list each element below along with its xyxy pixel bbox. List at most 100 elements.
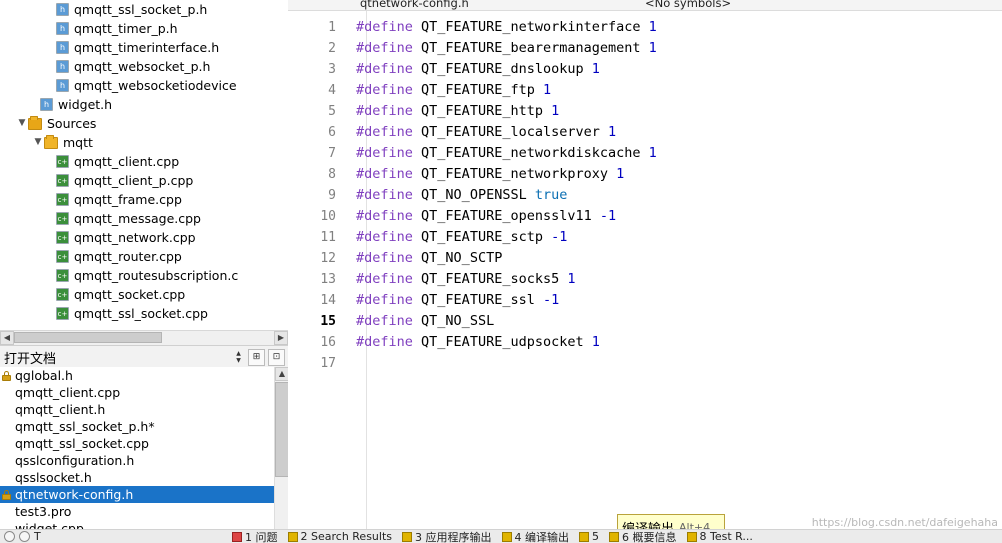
macro-name: QT_FEATURE_http bbox=[421, 103, 543, 119]
status-item-icon bbox=[686, 531, 697, 542]
code-line[interactable]: #define QT_NO_SSL bbox=[356, 311, 1002, 332]
code-line[interactable]: #define QT_FEATURE_localserver 1 bbox=[356, 122, 1002, 143]
macro-name: QT_FEATURE_localserver bbox=[421, 124, 600, 140]
tree-item[interactable]: c+ qmqtt_ssl_socket.cpp bbox=[0, 304, 288, 323]
tree-item-label: qmqtt_ssl_socket_p.h bbox=[74, 2, 208, 17]
macro-name: QT_FEATURE_networkinterface bbox=[421, 19, 641, 35]
tree-item[interactable]: h qmqtt_websocket_p.h bbox=[0, 57, 288, 76]
tree-item[interactable]: c+ qmqtt_frame.cpp bbox=[0, 190, 288, 209]
tree-item-label: qmqtt_timerinterface.h bbox=[74, 40, 220, 55]
header-file-icon: h bbox=[56, 3, 69, 16]
code-line[interactable]: #define QT_FEATURE_networkproxy 1 bbox=[356, 164, 1002, 185]
line-number: 15 bbox=[320, 314, 336, 329]
open-document-item[interactable]: qsslsocket.h bbox=[0, 469, 274, 486]
project-tree-hscrollbar[interactable]: ◀ ▶ bbox=[0, 330, 288, 345]
code-line[interactable]: #define QT_FEATURE_networkdiskcache 1 bbox=[356, 143, 1002, 164]
status-item-label: 5 bbox=[592, 530, 600, 543]
preprocessor-keyword: #define bbox=[356, 271, 413, 287]
open-document-label: qmqtt_client.cpp bbox=[15, 385, 121, 400]
preprocessor-keyword: #define bbox=[356, 250, 413, 266]
status-bar-item[interactable]: 2 Search Results bbox=[287, 530, 392, 543]
status-bar-item[interactable]: 6 概要信息 bbox=[609, 530, 677, 543]
code-line[interactable]: #define QT_FEATURE_ftp 1 bbox=[356, 80, 1002, 101]
code-line[interactable]: #define QT_FEATURE_socks5 1 bbox=[356, 269, 1002, 290]
cpp-file-icon: c+ bbox=[56, 307, 69, 320]
code-editor[interactable]: qtnetwork-config.h <No symbols> 123456789… bbox=[288, 0, 1002, 543]
open-document-item[interactable]: qmqtt_client.cpp bbox=[0, 384, 274, 401]
code-line[interactable]: #define QT_NO_SCTP bbox=[356, 248, 1002, 269]
run-icon[interactable] bbox=[4, 531, 15, 542]
tree-item[interactable]: c+ qmqtt_routesubscription.c bbox=[0, 266, 288, 285]
code-line[interactable]: #define QT_FEATURE_sctp -1 bbox=[356, 227, 1002, 248]
line-number: 10 bbox=[320, 209, 336, 224]
tree-item[interactable]: c+ qmqtt_client_p.cpp bbox=[0, 171, 288, 190]
hscroll-left-arrow[interactable]: ◀ bbox=[0, 331, 14, 345]
editor-tab[interactable]: qtnetwork-config.h bbox=[360, 0, 469, 10]
line-number: 14 bbox=[320, 293, 336, 308]
code-line[interactable]: #define QT_FEATURE_http 1 bbox=[356, 101, 1002, 122]
macro-name: QT_FEATURE_udpsocket bbox=[421, 334, 584, 350]
tree-expand-icon[interactable]: ▼ bbox=[32, 133, 44, 152]
open-document-label: qmqtt_ssl_socket.cpp bbox=[15, 436, 149, 451]
code-line[interactable]: #define QT_NO_OPENSSL true bbox=[356, 185, 1002, 206]
tree-item[interactable]: c+ qmqtt_network.cpp bbox=[0, 228, 288, 247]
tree-item-label: qmqtt_router.cpp bbox=[74, 249, 182, 264]
split-view-button[interactable]: ⊞ bbox=[248, 348, 265, 366]
open-document-item[interactable]: qglobal.h bbox=[0, 367, 274, 384]
close-panel-button[interactable]: ⊡ bbox=[268, 348, 285, 366]
spinner-down-icon[interactable]: ▼ bbox=[233, 357, 244, 364]
code-line[interactable]: #define QT_FEATURE_dnslookup 1 bbox=[356, 59, 1002, 80]
spinner-up-icon[interactable]: ▲ bbox=[233, 350, 244, 357]
status-bar[interactable]: T 1 问题 2 Search Results 3 应用程序输出 4 编译输出 5 6 概… bbox=[0, 529, 1002, 543]
project-tree[interactable]: h qmqtt_ssl_socket_p.h h qmqtt_timer_p.h h qm… bbox=[0, 0, 288, 330]
open-documents-list[interactable]: qglobal.h qmqtt_client.cpp qmqtt_client.h q… bbox=[0, 367, 274, 543]
status-bar-item[interactable]: 4 编译输出 bbox=[501, 530, 569, 543]
tree-item[interactable]: h qmqtt_timer_p.h bbox=[0, 19, 288, 38]
tree-item[interactable]: c+ qmqtt_message.cpp bbox=[0, 209, 288, 228]
status-bar-left[interactable]: T bbox=[0, 530, 232, 543]
vscroll-thumb[interactable] bbox=[275, 382, 289, 477]
hscroll-track[interactable] bbox=[14, 331, 274, 345]
editor-code-area[interactable]: 1 2 3 4 5 6 7 8 9 10 11 12 13 14 15 16 17 #define QT_FEA… bbox=[288, 11, 1002, 543]
status-bar-item[interactable]: 8 Test R... bbox=[686, 530, 753, 543]
open-document-item[interactable]: qsslconfiguration.h bbox=[0, 452, 274, 469]
open-documents-vscrollbar[interactable]: ▲ bbox=[274, 367, 289, 543]
open-document-item[interactable]: qmqtt_ssl_socket.cpp bbox=[0, 435, 274, 452]
preprocessor-keyword: #define bbox=[356, 103, 413, 119]
watermark: https://blog.csdn.net/dafeigehaha bbox=[811, 516, 998, 529]
open-document-item[interactable]: qmqtt_ssl_socket_p.h* bbox=[0, 418, 274, 435]
hscroll-thumb[interactable] bbox=[14, 332, 162, 343]
tree-item[interactable]: h qmqtt_websocketiodevice bbox=[0, 76, 288, 95]
code-line[interactable]: #define QT_FEATURE_ssl -1 bbox=[356, 290, 1002, 311]
code-line[interactable]: #define QT_FEATURE_udpsocket 1 bbox=[356, 332, 1002, 353]
tree-item-label: qmqtt_network.cpp bbox=[74, 230, 196, 245]
editor-tab[interactable]: <No symbols> bbox=[645, 0, 731, 10]
code-line[interactable]: #define QT_FEATURE_bearermanagement 1 bbox=[356, 38, 1002, 59]
tree-item[interactable]: c+ qmqtt_socket.cpp bbox=[0, 285, 288, 304]
open-document-item[interactable]: qmqtt_client.h bbox=[0, 401, 274, 418]
tree-item[interactable]: h qmqtt_timerinterface.h bbox=[0, 38, 288, 57]
tree-item[interactable]: c+ qmqtt_router.cpp bbox=[0, 247, 288, 266]
tree-item[interactable]: h widget.h bbox=[0, 95, 288, 114]
code-line[interactable] bbox=[356, 353, 1002, 374]
source-code[interactable]: #define QT_FEATURE_networkinterface 1 #de… bbox=[356, 11, 1002, 543]
status-bar-item[interactable]: 5 bbox=[579, 530, 599, 543]
editor-tabbar[interactable]: qtnetwork-config.h <No symbols> bbox=[288, 0, 1002, 11]
code-line[interactable]: #define QT_FEATURE_networkinterface 1 bbox=[356, 17, 1002, 38]
open-document-item[interactable]: test3.pro bbox=[0, 503, 274, 520]
open-document-item-selected[interactable]: qtnetwork-config.h bbox=[0, 486, 274, 503]
tree-expand-icon[interactable]: ▼ bbox=[16, 114, 28, 133]
status-bar-item[interactable]: 1 问题 bbox=[232, 530, 278, 543]
tree-item-label: qmqtt_frame.cpp bbox=[74, 192, 182, 207]
status-bar-item[interactable]: 3 应用程序输出 bbox=[402, 530, 492, 543]
tree-item[interactable]: c+ qmqtt_client.cpp bbox=[0, 152, 288, 171]
code-line[interactable]: #define QT_FEATURE_opensslv11 -1 bbox=[356, 206, 1002, 227]
cpp-file-icon: c+ bbox=[56, 174, 69, 187]
tree-item[interactable]: h qmqtt_ssl_socket_p.h bbox=[0, 0, 288, 19]
tree-item[interactable]: ▼ mqtt bbox=[0, 133, 288, 152]
debug-icon[interactable] bbox=[19, 531, 30, 542]
hscroll-right-arrow[interactable]: ▶ bbox=[274, 331, 288, 345]
vscroll-up-arrow[interactable]: ▲ bbox=[275, 367, 289, 381]
tree-item[interactable]: ▼ Sources bbox=[0, 114, 288, 133]
open-documents-spinner[interactable]: ▲ ▼ bbox=[233, 349, 244, 366]
